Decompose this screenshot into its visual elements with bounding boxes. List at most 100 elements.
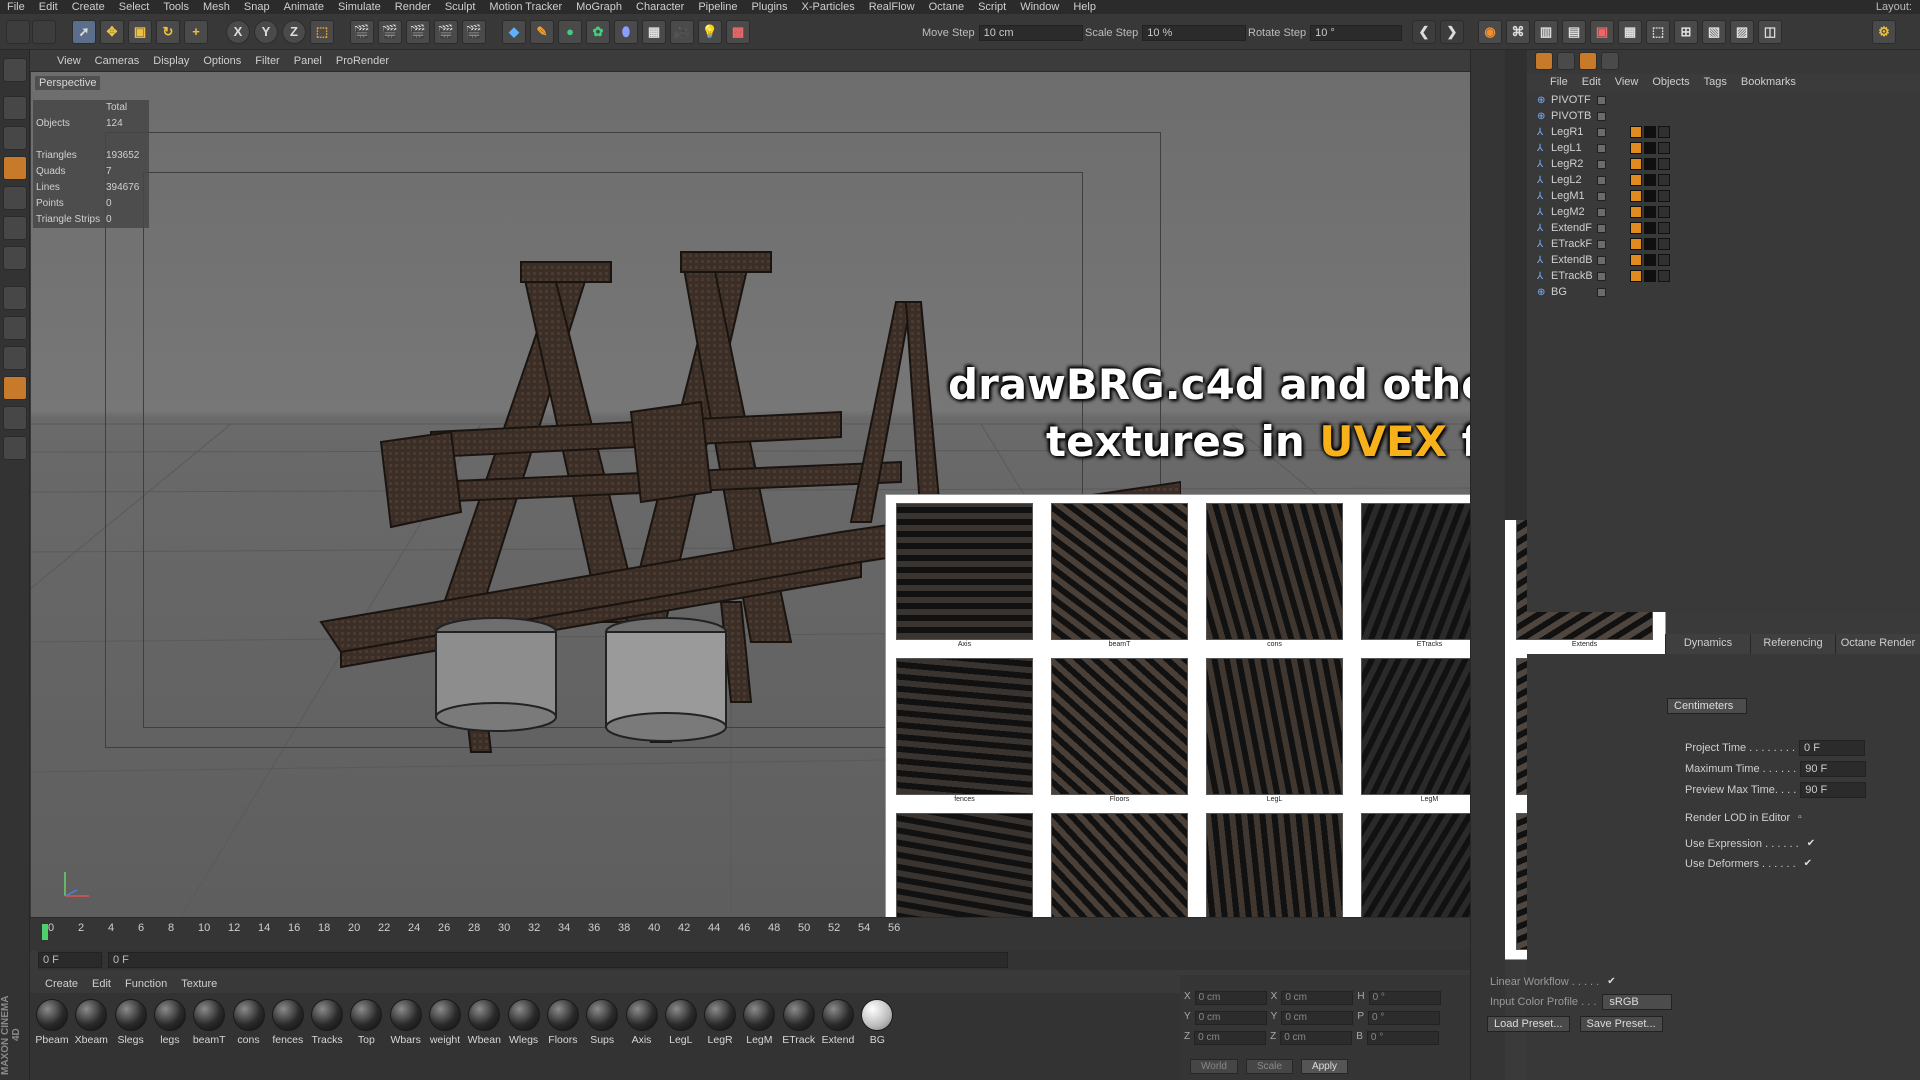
viewport-menu-view[interactable]: View (50, 55, 88, 67)
material-swatch[interactable]: LegR (702, 997, 738, 1051)
rotate-step-field[interactable]: 10 ° (1310, 25, 1403, 41)
material-tag-icon[interactable] (1644, 142, 1656, 154)
object-menu-bookmarks[interactable]: Bookmarks (1734, 76, 1803, 88)
material-swatch[interactable]: legs (152, 997, 188, 1051)
material-swatch[interactable]: LegL (663, 997, 699, 1051)
menu-item-plugins[interactable]: Plugins (744, 0, 794, 14)
array-icon[interactable]: ✿ (586, 20, 610, 44)
octane-tool-icon[interactable]: ◉ (1478, 20, 1502, 44)
material-tag-icon[interactable] (1658, 238, 1670, 250)
object-row[interactable]: ⅄ LegR1 (1527, 124, 1920, 140)
input-color-dropdown[interactable]: sRGB (1602, 994, 1673, 1010)
menu-item-file[interactable]: File (0, 0, 32, 14)
apply-button[interactable]: Apply (1300, 1059, 1348, 1074)
visibility-toggle[interactable] (1597, 175, 1606, 185)
material-tag-icon[interactable] (1644, 126, 1656, 138)
material-swatch[interactable]: cons (231, 997, 267, 1051)
visibility-toggle[interactable] (1597, 159, 1606, 169)
material-tag-icon[interactable] (1658, 222, 1670, 234)
menu-item-mograph[interactable]: MoGraph (569, 0, 629, 14)
visibility-toggle[interactable] (1597, 95, 1606, 105)
material-swatch[interactable]: Axis (624, 997, 660, 1051)
grid-icon[interactable]: ▦ (1618, 20, 1642, 44)
menu-item-create[interactable]: Create (65, 0, 112, 14)
scale-dropdown[interactable]: Scale (1245, 1059, 1293, 1074)
material-tag-icon[interactable] (1630, 142, 1642, 154)
material-swatch[interactable]: Wbean (466, 997, 502, 1051)
object-row[interactable]: ⅄ LegR2 (1527, 156, 1920, 172)
menu-item-render[interactable]: Render (388, 0, 438, 14)
object-menu-file[interactable]: File (1543, 76, 1575, 88)
scale-tool-icon[interactable]: ▣ (128, 20, 152, 44)
material-tag-icon[interactable] (1658, 158, 1670, 170)
undo-icon[interactable] (6, 20, 30, 44)
object-filter-icon[interactable] (1535, 52, 1553, 70)
menu-item-pipeline[interactable]: Pipeline (691, 0, 744, 14)
gear-icon[interactable]: ⚙ (1872, 20, 1896, 44)
material-swatch[interactable]: Xbeam (73, 997, 109, 1051)
material-tag-icon[interactable] (1658, 174, 1670, 186)
visibility-toggle[interactable] (1597, 143, 1606, 153)
cube-primitive-icon[interactable]: ◆ (502, 20, 526, 44)
visibility-toggle[interactable] (1597, 239, 1606, 249)
menu-item-snap[interactable]: Snap (237, 0, 277, 14)
menu-item-tools[interactable]: Tools (156, 0, 196, 14)
object-row[interactable]: ⅄ LegM2 (1527, 204, 1920, 220)
menu-item-script[interactable]: Script (971, 0, 1013, 14)
material-tag-icon[interactable] (1644, 190, 1656, 202)
menu-item-select[interactable]: Select (112, 0, 157, 14)
spline-pen-icon[interactable]: ✎ (530, 20, 554, 44)
object-search-icon[interactable] (1579, 52, 1597, 70)
picture-icon[interactable]: ▣ (1590, 20, 1614, 44)
material-swatch[interactable]: fences (270, 997, 306, 1051)
coord-field[interactable]: 0 ° (1366, 1031, 1439, 1045)
material-tag-icon[interactable] (1630, 158, 1642, 170)
object-row[interactable]: ⅄ ETrackB (1527, 268, 1920, 284)
object-menu-objects[interactable]: Objects (1645, 76, 1696, 88)
material-tag-icon[interactable] (1630, 190, 1642, 202)
checker-icon[interactable]: ▩ (726, 20, 750, 44)
object-menu-view[interactable]: View (1608, 76, 1646, 88)
object-tag-icon[interactable] (1601, 52, 1619, 70)
material-swatch[interactable]: BG (859, 997, 895, 1051)
use-expression-checkbox[interactable]: ✔ (1807, 839, 1817, 849)
object-row[interactable]: ⅄ ETrackF (1527, 236, 1920, 252)
edges-mode-icon[interactable] (3, 216, 27, 240)
object-row[interactable]: ⅄ LegL2 (1527, 172, 1920, 188)
coord-field[interactable]: 0 cm (1280, 1031, 1353, 1045)
camera-icon[interactable]: 🎥 (670, 20, 694, 44)
material-menu-create[interactable]: Create (38, 978, 85, 990)
chevron-right-icon[interactable]: ❯ (1440, 20, 1464, 44)
material-tag-icon[interactable] (1658, 206, 1670, 218)
linear-workflow-checkbox[interactable]: ✔ (1607, 977, 1617, 987)
render-view-icon[interactable]: 🎬 (350, 20, 374, 44)
material-tag-icon[interactable] (1630, 126, 1642, 138)
object-row[interactable]: ⅄ LegM1 (1527, 188, 1920, 204)
material-tag-icon[interactable] (1658, 190, 1670, 202)
light-icon[interactable]: 💡 (698, 20, 722, 44)
visibility-toggle[interactable] (1597, 127, 1606, 137)
menu-item-help[interactable]: Help (1066, 0, 1103, 14)
workplane-mode-icon[interactable] (3, 156, 27, 180)
material-swatch[interactable]: Extend (820, 997, 856, 1051)
world-dropdown[interactable]: World (1190, 1059, 1238, 1074)
material-menu-texture[interactable]: Texture (174, 978, 224, 990)
material-tag-icon[interactable] (1630, 254, 1642, 266)
chevron-left-icon[interactable]: ❮ (1412, 20, 1436, 44)
tab-dynamics[interactable]: Dynamics (1665, 634, 1750, 654)
viewport-menu-cameras[interactable]: Cameras (88, 55, 147, 67)
object-row[interactable]: ⅄ LegL1 (1527, 140, 1920, 156)
command-icon[interactable]: ◫ (1758, 20, 1782, 44)
menu-item-octane[interactable]: Octane (922, 0, 971, 14)
model-mode-icon[interactable] (3, 96, 27, 120)
material-swatch[interactable]: beamT (191, 997, 227, 1051)
move-tool-icon[interactable]: ✥ (100, 20, 124, 44)
material-swatch[interactable]: ETrack (781, 997, 817, 1051)
visibility-toggle[interactable] (1597, 287, 1606, 297)
current-frame-field[interactable]: 0 F (38, 952, 102, 968)
viewport-menu-panel[interactable]: Panel (287, 55, 329, 67)
material-tag-icon[interactable] (1644, 206, 1656, 218)
solo-icon[interactable] (3, 346, 27, 370)
load-preset-button[interactable]: Load Preset... (1487, 1016, 1570, 1032)
render-settings-icon[interactable]: 🎬 (406, 20, 430, 44)
